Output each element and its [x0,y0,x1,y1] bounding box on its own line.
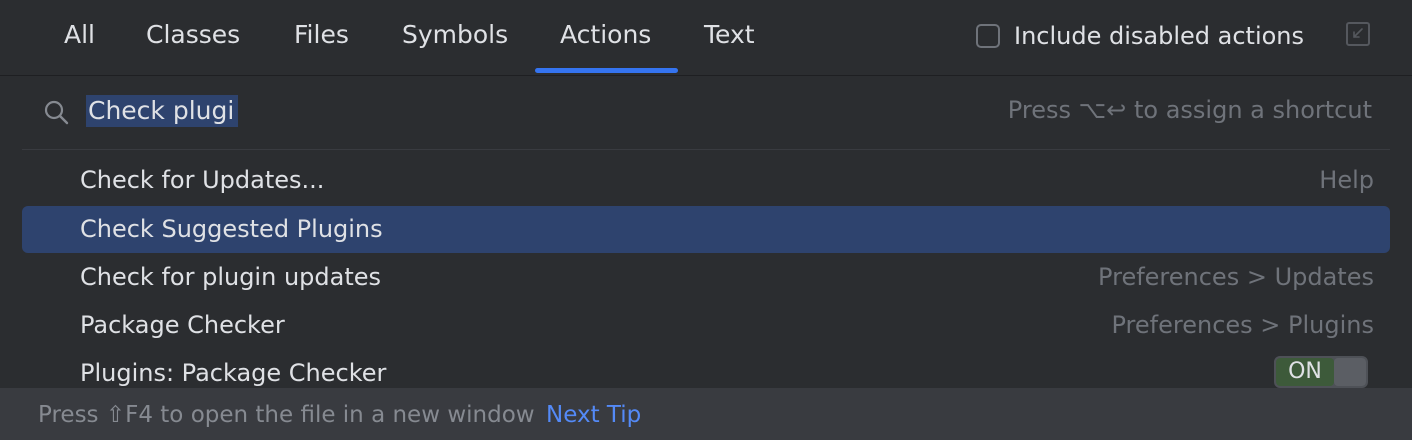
checkbox-box[interactable] [976,24,1000,48]
result-item-check-for-updates[interactable]: Check for Updates... Help [22,157,1390,204]
results-list: Check for Updates... Help Check Suggeste… [0,157,1412,388]
result-item-check-for-plugin-updates[interactable]: Check for plugin updates Preferences > U… [22,254,1390,301]
result-label: Check Suggested Plugins [80,215,383,243]
result-label: Check for Updates... [80,166,325,194]
include-disabled-actions-label: Include disabled actions [1014,22,1305,50]
search-input[interactable] [86,95,238,127]
tab-all[interactable]: All [64,0,95,72]
selected-tab-indicator [535,68,678,73]
open-in-tool-window-icon[interactable] [1346,22,1370,46]
footer-tip-bar: Press ⇧F4 to open the file in a new wind… [0,388,1412,440]
toggle-on-label: ON [1276,358,1334,386]
result-label: Check for plugin updates [80,263,382,291]
result-item-check-suggested-plugins[interactable]: Check Suggested Plugins [22,206,1390,253]
search-everywhere-popup: All Classes Files Symbols Actions Text I… [0,0,1412,440]
search-bar: Press ⌥↩ to assign a shortcut [22,76,1390,150]
result-label: Package Checker [80,311,285,339]
plugin-enabled-toggle[interactable]: ON [1274,356,1368,388]
tab-symbols[interactable]: Symbols [402,0,508,72]
result-location: Help [1319,166,1374,194]
tip-text: Press ⇧F4 to open the file in a new wind… [38,402,535,428]
assign-shortcut-hint: Press ⌥↩ to assign a shortcut [1007,96,1372,124]
tab-files[interactable]: Files [294,0,349,72]
tab-text[interactable]: Text [704,0,755,72]
search-icon [42,98,70,126]
result-item-package-checker[interactable]: Package Checker Preferences > Plugins [22,302,1390,349]
result-location: Preferences > Plugins [1111,311,1375,339]
toggle-knob [1334,358,1366,386]
tab-classes[interactable]: Classes [146,0,240,72]
tab-actions[interactable]: Actions [560,0,651,72]
include-disabled-actions-checkbox[interactable]: Include disabled actions [976,21,1304,51]
tab-bar: All Classes Files Symbols Actions Text I… [0,0,1412,76]
result-location: Preferences > Updates [1098,263,1374,291]
next-tip-link[interactable]: Next Tip [546,388,641,440]
